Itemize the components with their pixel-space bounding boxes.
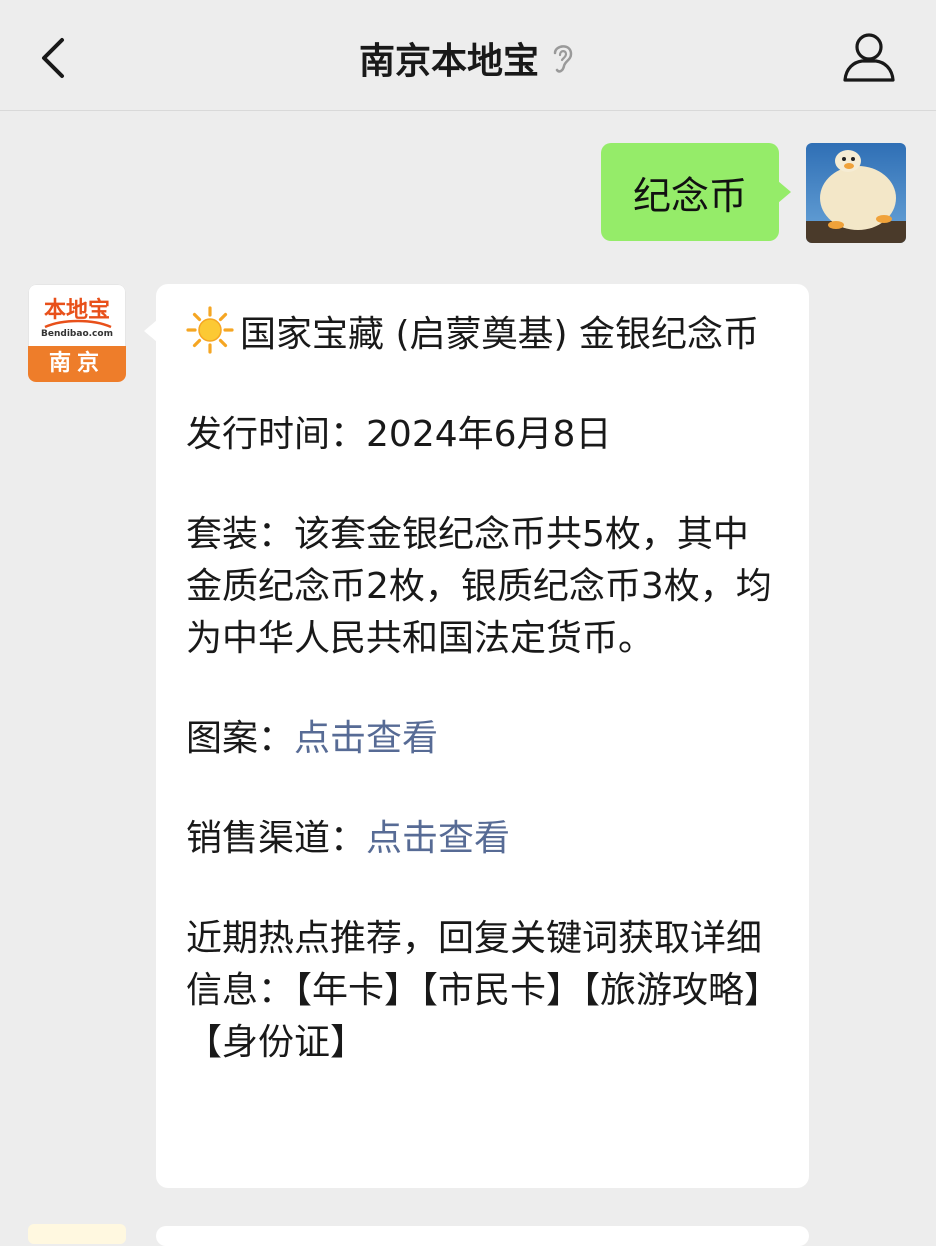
chat-title-container: 南京本地宝	[0, 30, 936, 86]
user-avatar[interactable]	[806, 143, 906, 243]
profile-icon[interactable]	[840, 30, 898, 86]
top-nav-bar: 南京本地宝	[0, 0, 936, 111]
logo-swoosh-icon	[44, 319, 112, 329]
user-avatar-image	[806, 143, 906, 243]
sun-emoji-icon	[186, 306, 234, 354]
set-label: 套装：	[186, 514, 295, 555]
sales-channel-view-link[interactable]: 点击查看	[366, 818, 510, 859]
sales-channel-label: 销售渠道：	[186, 818, 367, 859]
sales-channel-line: 销售渠道：点击查看	[186, 813, 779, 865]
coin-title: 国家宝藏 (启蒙奠基) 金银纪念币	[240, 314, 759, 355]
pattern-view-link[interactable]: 点击查看	[294, 718, 438, 759]
pattern-label: 图案：	[186, 718, 295, 759]
outgoing-message-bubble[interactable]: 纪念币	[600, 143, 792, 241]
set-description-line: 套装：该套金银纪念币共5枚，其中金质纪念币2枚，银质纪念币3枚，均为中华人民共和…	[186, 509, 779, 665]
logo-domain-text: Bendibao.com	[41, 329, 113, 339]
next-bot-avatar	[28, 1224, 126, 1244]
ear-icon	[553, 45, 573, 73]
issue-date-line: 发行时间：2024年6月8日	[186, 409, 779, 461]
issue-date-value: 2024年6月8日	[366, 414, 612, 455]
outgoing-message-text: 纪念币	[632, 173, 747, 218]
pattern-line: 图案：点击查看	[186, 713, 779, 765]
bot-avatar[interactable]: 本地宝 Bendibao.com 南京	[28, 284, 126, 382]
message-title-line: 国家宝藏 (启蒙奠基) 金银纪念币	[186, 306, 779, 361]
recommend-line: 近期热点推荐，回复关键词获取详细信息：【年卡】【市民卡】【旅游攻略】【身份证】	[186, 913, 779, 1069]
issue-date-label: 发行时间：	[186, 414, 367, 455]
chat-title: 南京本地宝	[358, 41, 539, 82]
incoming-message-bubble[interactable]: 国家宝藏 (启蒙奠基) 金银纪念币 发行时间：2024年6月8日 套装：该套金银…	[144, 284, 809, 1188]
logo-city-text: 南京	[28, 346, 126, 382]
next-message-bubble	[156, 1226, 809, 1246]
outgoing-message-row: 纪念币	[600, 143, 906, 243]
bendibao-logo: 本地宝 Bendibao.com	[28, 284, 126, 346]
